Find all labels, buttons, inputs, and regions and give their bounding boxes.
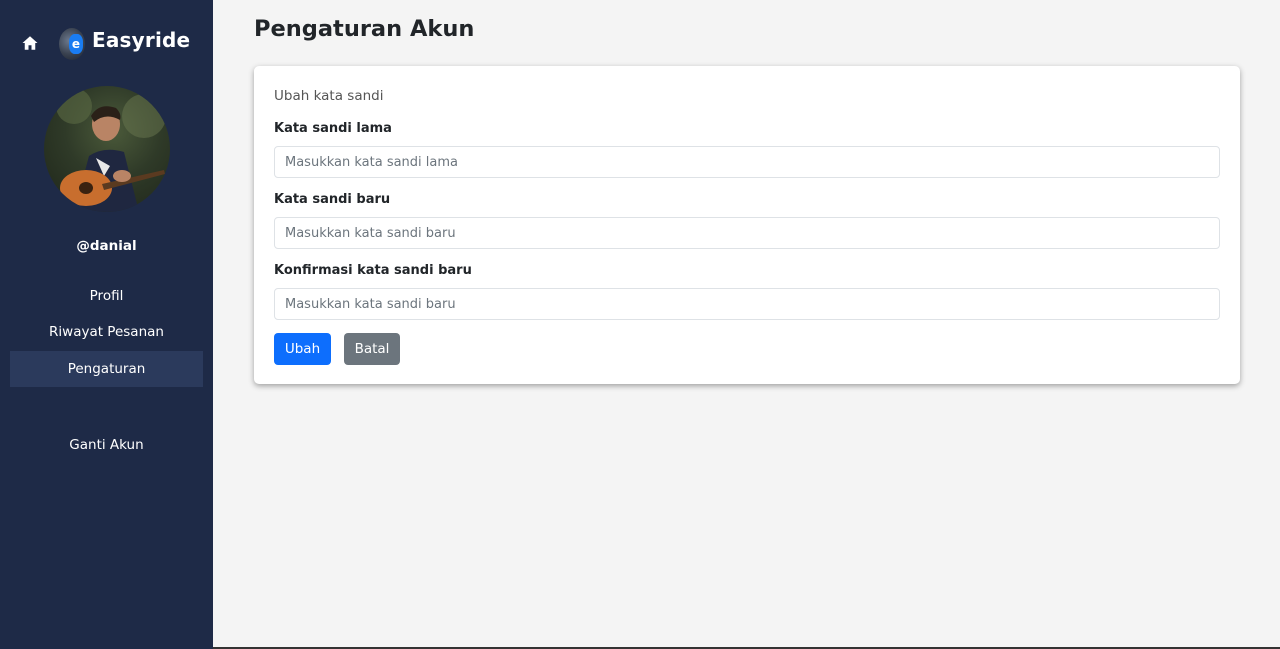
sidebar-item-ganti-akun[interactable]: Ganti Akun: [10, 427, 203, 463]
username: @danial: [76, 238, 137, 254]
sidebar: e Easyride @danial Profil Riwayat Pesana…: [0, 0, 213, 649]
cancel-button[interactable]: Batal: [344, 333, 400, 365]
brand-row: e Easyride: [0, 26, 213, 60]
new-password-input[interactable]: [274, 217, 1220, 249]
sidebar-item-riwayat-pesanan[interactable]: Riwayat Pesanan: [10, 314, 203, 350]
page-title: Pengaturan Akun: [254, 16, 475, 42]
confirm-password-label: Konfirmasi kata sandi baru: [274, 263, 472, 278]
submit-button[interactable]: Ubah: [274, 333, 331, 365]
logo-letter: e: [69, 34, 83, 54]
avatar: [44, 86, 170, 212]
avatar-image: [56, 88, 166, 212]
confirm-password-input[interactable]: [274, 288, 1220, 320]
old-password-label: Kata sandi lama: [274, 121, 392, 136]
logo-icon: e: [59, 28, 85, 60]
new-password-label: Kata sandi baru: [274, 192, 391, 207]
home-icon[interactable]: [21, 34, 39, 52]
old-password-input[interactable]: [274, 146, 1220, 178]
sidebar-item-profil[interactable]: Profil: [10, 278, 203, 314]
change-password-card: Ubah kata sandi Kata sandi lama Kata san…: [254, 66, 1240, 384]
brand-name[interactable]: Easyride: [92, 28, 190, 52]
card-subtitle: Ubah kata sandi: [274, 88, 384, 104]
sidebar-item-pengaturan[interactable]: Pengaturan: [10, 351, 203, 387]
